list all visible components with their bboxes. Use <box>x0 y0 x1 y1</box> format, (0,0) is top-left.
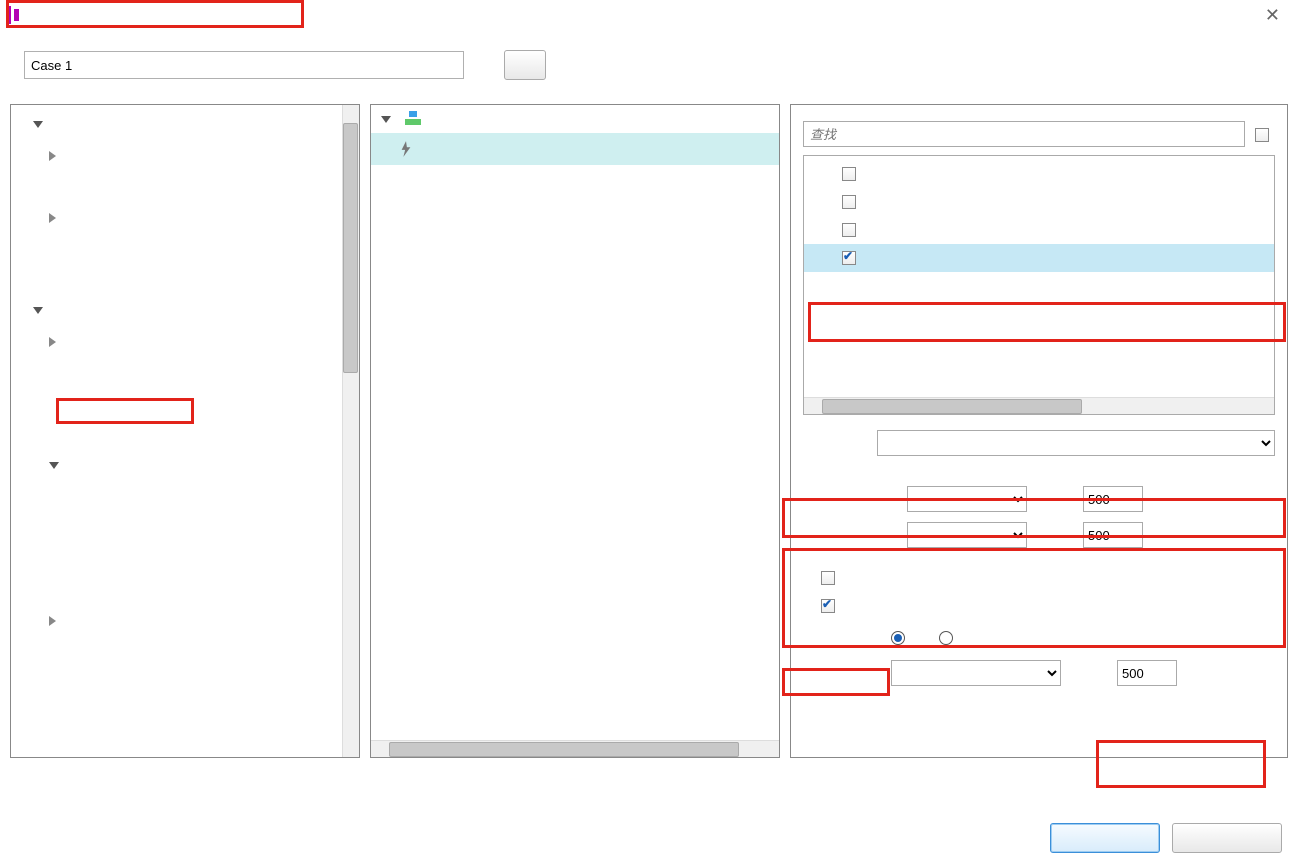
config-title <box>791 105 1287 121</box>
tree-unselect[interactable] <box>11 512 359 543</box>
search-input[interactable] <box>803 121 1245 147</box>
tree-set-size[interactable] <box>11 698 359 729</box>
scrollbar-vertical[interactable] <box>342 105 359 757</box>
radio-below[interactable] <box>891 629 909 645</box>
add-action-panel <box>10 104 360 758</box>
tree-set-panel-state[interactable] <box>11 357 359 388</box>
exit-time-input[interactable] <box>1083 522 1143 548</box>
tree-adaptive-view[interactable] <box>11 264 359 295</box>
radio-right[interactable] <box>939 629 957 645</box>
push-anim-dropdown[interactable] <box>891 660 1061 686</box>
list-item-spray[interactable] <box>804 188 1274 216</box>
push-pull-checkbox[interactable] <box>803 597 841 613</box>
panel-list <box>803 155 1275 415</box>
enter-time-input[interactable] <box>1083 486 1143 512</box>
push-time-input[interactable] <box>1117 660 1177 686</box>
list-item-current[interactable] <box>804 160 1274 188</box>
tree-set-image[interactable] <box>11 419 359 450</box>
tree-rotate[interactable] <box>11 667 359 698</box>
hide-unnamed-checkbox[interactable] <box>1255 126 1275 142</box>
list-item-crawl[interactable] <box>804 244 1274 272</box>
case-name-input[interactable] <box>24 51 464 79</box>
tree-group-widgets[interactable] <box>11 295 359 326</box>
case-row[interactable] <box>371 105 779 133</box>
tree-set-list-selected[interactable] <box>11 574 359 605</box>
tree-select[interactable] <box>11 481 359 512</box>
show-if-hidden-checkbox[interactable] <box>803 569 841 585</box>
ok-button[interactable] <box>1050 823 1160 853</box>
close-icon[interactable]: ✕ <box>1257 1 1288 30</box>
tree-open-link[interactable] <box>11 140 359 171</box>
tree-set-selected[interactable] <box>11 450 359 481</box>
list-scrollbar-h[interactable] <box>804 397 1274 414</box>
add-condition-button[interactable] <box>504 50 546 80</box>
tree-scroll-to[interactable] <box>11 233 359 264</box>
app-icon <box>6 6 24 24</box>
tree-set-text[interactable] <box>11 388 359 419</box>
case-icon <box>405 111 421 127</box>
tree-group-links[interactable] <box>11 109 359 140</box>
list-item-despise[interactable] <box>804 216 1274 244</box>
action-row[interactable] <box>371 133 779 165</box>
lightning-icon <box>399 141 413 157</box>
tree-front-back[interactable] <box>11 729 359 757</box>
title-bar: ✕ <box>0 0 1298 30</box>
tree-close-window[interactable] <box>11 171 359 202</box>
exit-anim-dropdown[interactable] <box>907 522 1027 548</box>
tree-show-hide[interactable] <box>11 326 359 357</box>
tree-toggle-select[interactable] <box>11 543 359 574</box>
enter-anim-dropdown[interactable] <box>907 486 1027 512</box>
tree-move[interactable] <box>11 636 359 667</box>
organize-action-panel <box>370 104 780 758</box>
tree-enable-disable[interactable] <box>11 605 359 636</box>
tree-open-in-frame[interactable] <box>11 202 359 233</box>
cancel-button[interactable] <box>1172 823 1282 853</box>
configure-action-panel <box>790 104 1288 758</box>
select-state-dropdown[interactable] <box>877 430 1275 456</box>
scrollbar-horizontal[interactable] <box>371 740 779 757</box>
